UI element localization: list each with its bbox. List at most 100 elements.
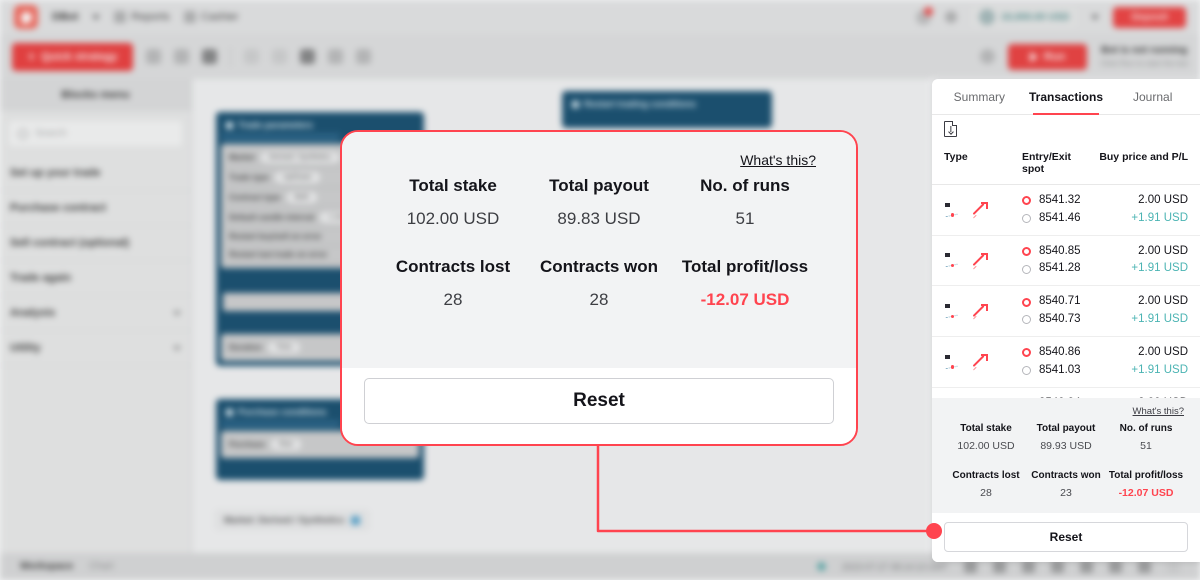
column-header-type: Type <box>944 151 968 163</box>
delete-icon[interactable] <box>328 49 344 64</box>
redo-icon[interactable] <box>272 49 288 64</box>
quick-strategy-button[interactable]: Quick strategy <box>12 42 134 71</box>
table-row[interactable]: 8540.85 8541.28 2.00 USD +1.91 USD <box>932 236 1200 287</box>
transactions-list[interactable]: 8541.32 8541.46 2.00 USD +1.91 USD 8540.… <box>932 185 1200 398</box>
panel-reset-wrap: Reset <box>932 513 1200 562</box>
block-notch <box>221 133 340 142</box>
notification-dot <box>923 6 933 16</box>
tab-summary[interactable]: Summary <box>936 79 1023 114</box>
undo-icon[interactable] <box>244 49 260 64</box>
entry-spot-value: 8540.94 <box>1039 395 1081 399</box>
tab-transactions-label: Transactions <box>1028 89 1104 104</box>
sort-icon[interactable] <box>300 49 316 64</box>
row-spots: 8540.86 8541.03 <box>1022 344 1096 380</box>
transactions-column-header: Type Entry/Exit spot Buy price and P/L <box>932 143 1200 185</box>
callout-reset-button[interactable]: Reset <box>364 378 834 424</box>
bell-icon[interactable] <box>915 6 933 25</box>
buy-price-value: 2.00 USD <box>1096 395 1188 399</box>
callout-value: 89.83 USD <box>557 209 641 228</box>
chart-icon <box>944 303 962 319</box>
column-header-spot: Entry/Exit spot <box>1022 151 1072 175</box>
row-pl: 2.00 USD +1.91 USD <box>1096 395 1188 399</box>
play-icon <box>1030 51 1039 62</box>
buy-price-value: 2.00 USD <box>1138 194 1188 206</box>
deposit-button[interactable]: Deposit <box>1113 6 1186 28</box>
whats-this-link[interactable]: What's this? <box>946 402 1186 423</box>
editor-toolbar: Quick strategy Run Bot is not running Cl… <box>0 34 1200 79</box>
cashier-icon <box>183 11 196 23</box>
workspace-name: DBot <box>52 11 79 23</box>
tab-journal[interactable]: Journal <box>1109 79 1196 114</box>
table-row[interactable]: 8540.86 8541.03 2.00 USD +1.91 USD <box>932 337 1200 388</box>
search-placeholder: Search <box>35 128 67 139</box>
blocks-menu-item-analysis[interactable]: Analysis <box>0 296 191 331</box>
summary-value: 28 <box>980 487 992 499</box>
help-icon[interactable] <box>944 11 957 23</box>
callout-whats-this-link[interactable]: What's this? <box>380 140 818 176</box>
blocks-menu-panel: Blocks menu Search Set up your trade Pur… <box>0 79 192 553</box>
table-row[interactable]: 8540.71 8540.73 2.00 USD +1.91 USD <box>932 286 1200 337</box>
zoom-search-icon[interactable] <box>356 49 372 64</box>
exit-spot-marker-icon <box>1022 315 1031 325</box>
callout-value: -12.07 USD <box>700 290 790 309</box>
avatar <box>978 9 995 25</box>
transactions-panel: Summary Transactions Journal Type Entry/… <box>932 79 1200 562</box>
entry-spot-value: 8540.71 <box>1039 295 1081 308</box>
entry-spot-marker-icon <box>1022 196 1031 206</box>
nav-item-reports[interactable]: Reports <box>114 11 170 23</box>
account-switcher[interactable]: 10,000.00 USD <box>970 6 1078 28</box>
callout-value: 51 <box>735 209 755 228</box>
download-file-icon[interactable] <box>944 121 957 137</box>
deriv-logo-icon[interactable] <box>14 5 38 29</box>
blocks-menu-item-purchase[interactable]: Purchase contract <box>0 191 191 226</box>
blocks-search-input[interactable]: Search <box>9 121 182 146</box>
table-row[interactable]: 8540.94 8541.15 2.00 USD +1.91 USD <box>932 388 1200 399</box>
canvas-tag-chip[interactable]: Market: Derived / Synthetics <box>214 509 370 531</box>
blocks-menu-item-trade-again[interactable]: Trade again <box>0 261 191 296</box>
chart-icon <box>944 202 962 218</box>
table-row[interactable]: 8541.32 8541.46 2.00 USD +1.91 USD <box>932 185 1200 236</box>
summary-label: No. of runs <box>1119 423 1173 434</box>
blocks-menu-item-utility[interactable]: Utility <box>0 331 191 366</box>
canvas-block-restart-conditions[interactable]: Restart trading conditions <box>562 91 772 128</box>
chart-toggle-icon[interactable] <box>980 49 996 64</box>
callout-label: Total profit/loss <box>681 257 809 276</box>
buy-price-value: 2.00 USD <box>1138 345 1188 358</box>
chevron-down-icon <box>173 310 181 316</box>
reset-button[interactable]: Reset <box>944 522 1188 552</box>
run-button[interactable]: Run <box>1008 43 1088 70</box>
open-file-icon[interactable] <box>174 49 190 64</box>
exit-spot-marker-icon <box>1022 214 1031 224</box>
new-file-icon[interactable] <box>146 49 162 64</box>
block-title-text: Purchase conditions <box>238 407 327 417</box>
account-chevron-down-icon[interactable] <box>1091 14 1100 20</box>
exit-spot-value: 8540.73 <box>1039 313 1081 326</box>
callout-value: 102.00 USD <box>406 209 500 228</box>
callout-no-of-runs: No. of runs 51 <box>672 176 818 229</box>
panel-tabs: Summary Transactions Journal <box>932 79 1200 115</box>
callout-footer: Reset <box>342 368 856 444</box>
block-title-text: Restart trading conditions <box>584 99 697 109</box>
blocks-menu-item-setup[interactable]: Set up your trade <box>0 156 191 191</box>
bottom-tab-chart[interactable]: Chart <box>89 561 113 572</box>
callout-value: 28 <box>589 290 609 309</box>
chevron-down-icon[interactable] <box>92 14 101 20</box>
block-title-text: Trade parameters <box>238 120 314 130</box>
summary-label: Total payout <box>1036 423 1096 434</box>
callout-total-stake: Total stake 102.00 USD <box>380 176 526 229</box>
callout-row-2: Contracts lost 28 Contracts won 28 Total… <box>380 257 818 310</box>
tab-transactions[interactable]: Transactions <box>1023 79 1110 115</box>
summary-label: Contracts won <box>1031 470 1101 481</box>
callout-value: 28 <box>443 290 463 309</box>
toolbar-divider <box>230 46 232 67</box>
summary-row-1: Total stake 102.00 USD Total payout 89.9… <box>946 423 1186 452</box>
rise-arrow-icon <box>972 252 989 270</box>
summary-value: 23 <box>1060 487 1072 499</box>
nav-item-cashier[interactable]: Cashier <box>183 11 239 23</box>
save-icon[interactable] <box>202 49 218 64</box>
entry-spot-value: 8541.32 <box>1039 194 1081 206</box>
blocks-menu-item-sell[interactable]: Sell contract (optional) <box>0 226 191 261</box>
bottom-tab-workspace[interactable]: Workspace <box>20 561 73 572</box>
blocks-menu-title: Blocks menu <box>0 79 191 111</box>
row-pl: 2.00 USD +1.91 USD <box>1096 344 1188 380</box>
